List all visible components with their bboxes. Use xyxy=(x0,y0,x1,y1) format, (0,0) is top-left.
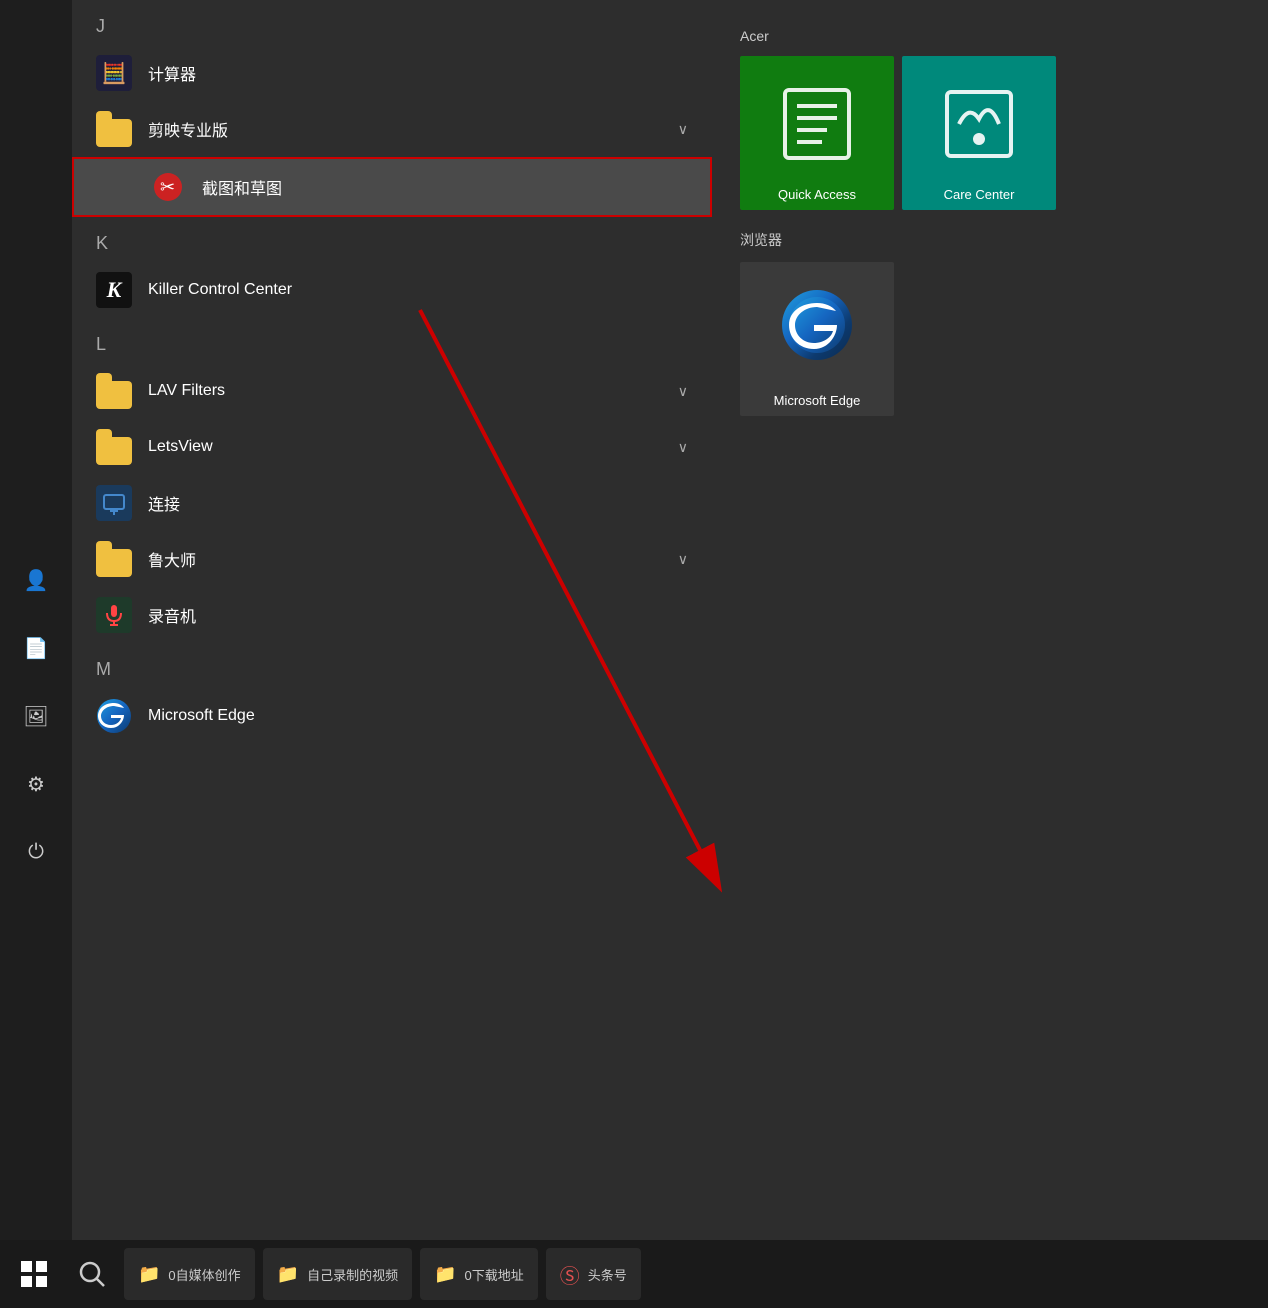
app-name: 截图和草图 xyxy=(202,175,686,199)
calculator-icon: 🧮 xyxy=(96,55,132,91)
taskbar-item-3[interactable]: Ⓢ 头条号 xyxy=(546,1248,641,1300)
folder-name: LetsView xyxy=(148,438,678,456)
section-letter-m: M xyxy=(72,643,712,688)
folder-icon xyxy=(96,111,132,147)
acer-tiles-row: Quick Access Care Center xyxy=(740,56,1240,210)
list-item[interactable]: 录音机 xyxy=(72,587,712,643)
folder-icon xyxy=(96,541,132,577)
quick-access-icon xyxy=(777,84,857,178)
section-letter-l: L xyxy=(72,318,712,363)
snip-icon: ✂ xyxy=(150,169,186,205)
app-list: J 🧮 计算器 剪映专业版 ∨ ✂ 截图和草图 K K Kill xyxy=(72,0,712,1240)
recorder-icon xyxy=(96,597,132,633)
list-item[interactable]: 🧮 计算器 xyxy=(72,45,712,101)
app-name: 计算器 xyxy=(148,61,688,85)
power-icon[interactable]: ⏻ xyxy=(16,832,56,872)
browser-tiles-row: Microsoft Edge xyxy=(740,262,1240,416)
edge-tile-icon xyxy=(782,290,852,360)
app-name: Microsoft Edge xyxy=(148,707,688,725)
folder-icon: 📁 xyxy=(277,1264,299,1285)
settings-icon[interactable]: ⚙ xyxy=(16,764,56,804)
taskbar-item-0[interactable]: 📁 0自媒体创作 xyxy=(124,1248,255,1300)
document-icon[interactable]: 📄 xyxy=(16,628,56,668)
care-center-icon xyxy=(939,84,1019,177)
list-item[interactable]: K Killer Control Center xyxy=(72,262,712,318)
chevron-icon: ∨ xyxy=(678,551,688,568)
app-name: 连接 xyxy=(148,491,688,515)
list-item[interactable]: LetsView ∨ xyxy=(72,419,712,475)
start-menu: 👤 📄 🖼 ⚙ ⏻ J 🧮 计算器 剪映专业版 ∨ ✂ xyxy=(0,0,1268,1240)
connect-icon xyxy=(96,485,132,521)
section-letter-k: K xyxy=(72,217,712,262)
quick-access-tile[interactable]: Quick Access xyxy=(740,56,894,210)
sougou-icon: Ⓢ xyxy=(560,1260,580,1289)
pictures-icon[interactable]: 🖼 xyxy=(16,696,56,736)
app-name: 录音机 xyxy=(148,603,688,627)
tiles-area: Acer Quick Access xyxy=(712,0,1268,1240)
list-item[interactable]: 连接 xyxy=(72,475,712,531)
folder-name: LAV Filters xyxy=(148,382,678,400)
list-item[interactable]: LAV Filters ∨ xyxy=(72,363,712,419)
chevron-icon: ∨ xyxy=(678,383,688,400)
folder-name: 鲁大师 xyxy=(148,547,678,571)
taskbar-label: 0自媒体创作 xyxy=(168,1265,240,1284)
killer-icon: K xyxy=(96,272,132,308)
tiles-section-title-acer: Acer xyxy=(740,28,1240,44)
section-letter-j: J xyxy=(72,0,712,45)
list-item-snip[interactable]: ✂ 截图和草图 xyxy=(72,157,712,217)
svg-text:✂: ✂ xyxy=(160,177,175,197)
folder-icon xyxy=(96,429,132,465)
chevron-icon: ∨ xyxy=(678,121,688,138)
folder-name: 剪映专业版 xyxy=(148,117,678,141)
tile-label: Quick Access xyxy=(778,179,856,202)
taskbar-label: 0下载地址 xyxy=(465,1265,524,1284)
folder-icon: 📁 xyxy=(138,1264,160,1285)
list-item[interactable]: Microsoft Edge xyxy=(72,688,712,744)
list-item[interactable]: 剪映专业版 ∨ xyxy=(72,101,712,157)
search-button[interactable] xyxy=(68,1250,116,1298)
taskbar-label: 头条号 xyxy=(588,1265,627,1284)
folder-icon xyxy=(96,373,132,409)
sidebar: 👤 📄 🖼 ⚙ ⏻ xyxy=(0,0,72,1240)
edge-icon xyxy=(96,698,132,734)
list-item[interactable]: 鲁大师 ∨ xyxy=(72,531,712,587)
tile-label: Care Center xyxy=(944,179,1015,202)
care-center-tile[interactable]: Care Center xyxy=(902,56,1056,210)
start-button[interactable] xyxy=(8,1248,60,1300)
folder-icon: 📁 xyxy=(434,1264,456,1285)
taskbar-item-2[interactable]: 📁 0下载地址 xyxy=(420,1248,538,1300)
app-name: Killer Control Center xyxy=(148,281,688,299)
chevron-icon: ∨ xyxy=(678,439,688,456)
tile-label: Microsoft Edge xyxy=(774,385,861,408)
taskbar: 📁 0自媒体创作 📁 自己录制的视频 📁 0下载地址 Ⓢ 头条号 xyxy=(0,1240,1268,1308)
user-icon[interactable]: 👤 xyxy=(16,560,56,600)
microsoft-edge-tile[interactable]: Microsoft Edge xyxy=(740,262,894,416)
taskbar-label: 自己录制的视频 xyxy=(307,1265,398,1284)
tiles-section-title-browser: 浏览器 xyxy=(740,230,1240,250)
taskbar-item-1[interactable]: 📁 自己录制的视频 xyxy=(263,1248,412,1300)
